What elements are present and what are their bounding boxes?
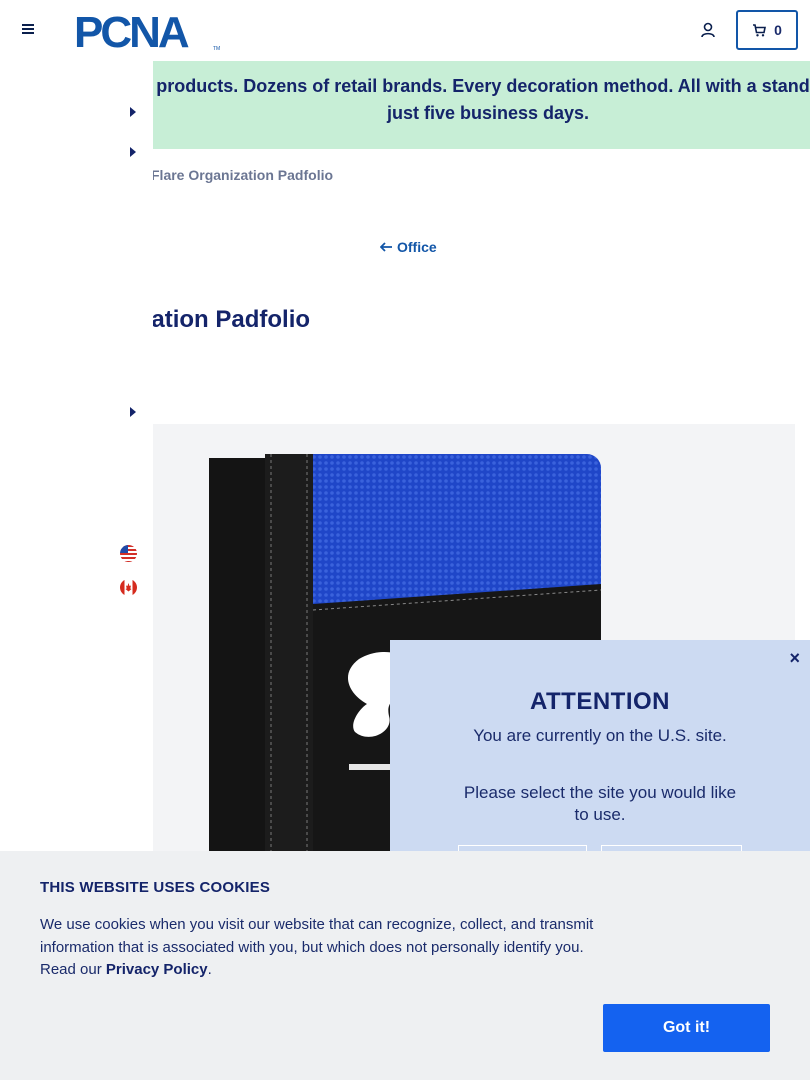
submenu-expand-icon[interactable]	[130, 147, 136, 157]
pcna-logo[interactable]: PCNA TM	[74, 6, 224, 54]
logo-tm: TM	[213, 46, 220, 52]
cart-count: 0	[774, 22, 782, 38]
logo-text: PCNA	[74, 8, 189, 54]
back-link-label: Office	[397, 239, 437, 255]
modal-close-button[interactable]: ×	[789, 648, 800, 669]
privacy-policy-link[interactable]: Privacy Policy	[106, 961, 208, 978]
cart-icon	[753, 23, 767, 36]
breadcrumb[interactable]: Flare Organization Padfolio	[151, 167, 333, 183]
us-flag-icon[interactable]	[120, 545, 137, 562]
site-header: PCNA TM 0	[0, 0, 810, 61]
cookie-body-period: .	[207, 961, 212, 978]
cookie-title: THIS WEBSITE USES COOKIES	[40, 879, 271, 896]
site-selection-modal: × ATTENTION You are currently on the U.S…	[390, 640, 810, 880]
modal-title: ATTENTION	[529, 688, 671, 715]
back-to-category-link[interactable]: Office	[380, 239, 437, 255]
product-title: Flare Organization Padfolio	[153, 306, 311, 333]
product-title-wrapper: Flare Organization Padfolio	[153, 306, 553, 334]
cart-button[interactable]: 0	[736, 10, 798, 50]
cookie-banner: THIS WEBSITE USES COOKIES We use cookies…	[0, 851, 810, 1080]
promo-banner-text: Thousands of products. Dozens of retail …	[153, 76, 810, 123]
canada-flag-icon[interactable]	[120, 579, 137, 596]
modal-current-site-text: You are currently on the U.S. site.	[473, 726, 727, 745]
user-account-icon[interactable]	[699, 21, 717, 39]
arrow-left-icon	[380, 242, 392, 252]
promo-banner: Thousands of products. Dozens of retail …	[153, 61, 810, 149]
accept-cookies-button[interactable]: Got it!	[603, 1004, 770, 1052]
submenu-expand-icon[interactable]	[130, 107, 136, 117]
page: PCNA TM 0 Thousands of products. Dozens …	[0, 0, 810, 1080]
cookie-body: We use cookies when you visit our websit…	[40, 914, 605, 982]
side-menu-panel	[0, 61, 153, 961]
menu-icon[interactable]	[20, 22, 36, 38]
submenu-expand-icon[interactable]	[130, 407, 136, 417]
modal-select-site-text: Please select the site you would like to…	[463, 783, 737, 824]
